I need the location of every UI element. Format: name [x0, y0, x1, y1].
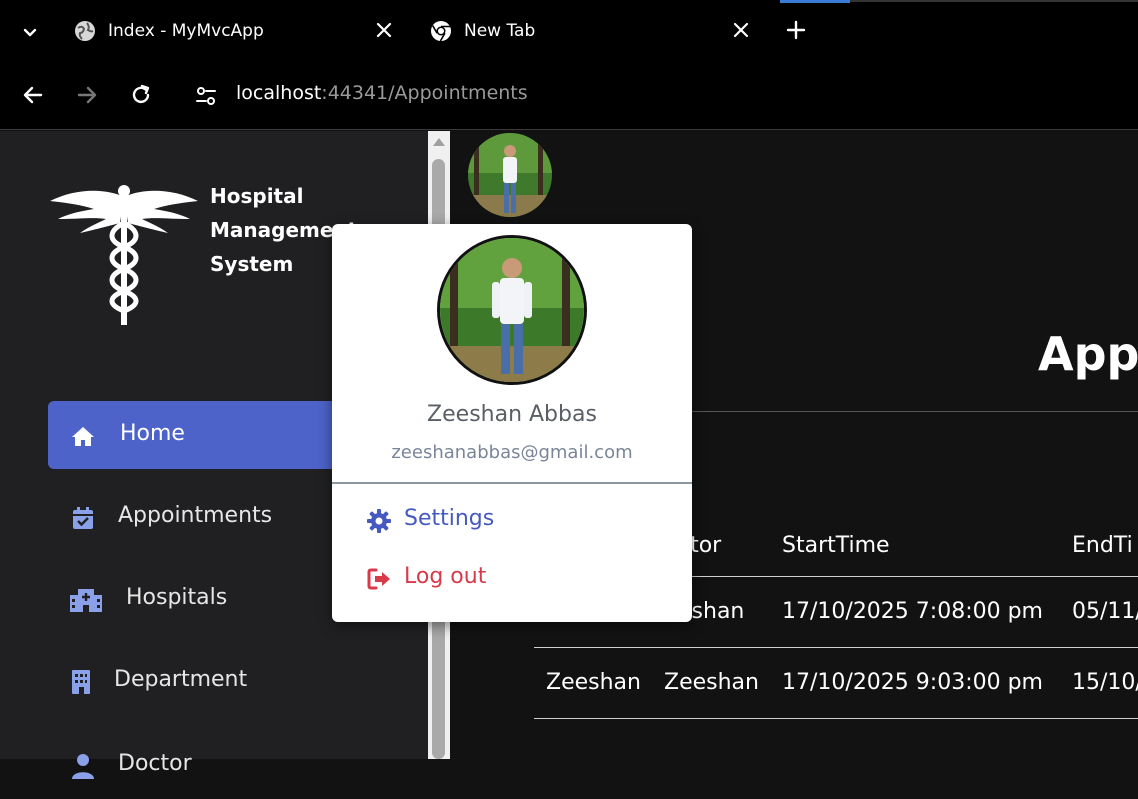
tab-strip-indicator [780, 0, 850, 3]
table-row-divider [534, 718, 1138, 719]
table-header-starttime: StartTime [782, 533, 890, 558]
profile-dropdown-menu: Zeeshan Abbas zeeshanabbas@gmail.com Set… [332, 224, 692, 622]
dropdown-divider [332, 482, 692, 484]
sidebar-item-label: Appointments [118, 503, 273, 528]
gear-icon [367, 509, 391, 533]
globe-icon [75, 21, 95, 41]
chevron-down-icon[interactable] [18, 20, 42, 44]
browser-tab-bar: Index - MyMvcApp New Tab [0, 0, 1138, 62]
sign-out-icon [367, 568, 390, 590]
table-cell: 17/10/2025 7:08:00 pm [782, 599, 1043, 624]
sidebar-item-label: Doctor [118, 751, 192, 776]
building-icon [72, 670, 90, 694]
table-cell: Zeeshan [664, 670, 759, 695]
scroll-up-arrow[interactable] [433, 138, 445, 146]
table-row-divider [534, 647, 1138, 648]
forward-icon[interactable] [74, 82, 100, 108]
back-icon[interactable] [20, 82, 46, 108]
table-cell: 05/11/ [1072, 599, 1138, 624]
reload-icon[interactable] [128, 82, 154, 108]
sidebar-item-label: Hospitals [126, 585, 228, 610]
browser-address-bar: localhost:44341/Appointments [0, 62, 1138, 130]
avatar-photo [440, 238, 584, 382]
user-icon [72, 754, 94, 779]
settings-label: Settings [404, 506, 495, 531]
calendar-check-icon [73, 507, 93, 529]
table-cell: 15/10/ [1072, 670, 1138, 695]
table-cell: 17/10/2025 9:03:00 pm [782, 670, 1043, 695]
profile-name: Zeeshan Abbas [427, 402, 597, 427]
browser-tab-new[interactable]: New Tab [430, 10, 750, 54]
browser-tab-index[interactable]: Index - MyMvcApp [74, 10, 394, 54]
tab-title: Index - MyMvcApp [108, 21, 264, 41]
profile-avatar-large [437, 235, 587, 385]
profile-avatar-button[interactable] [468, 133, 552, 217]
logout-label: Log out [404, 564, 487, 589]
avatar-photo [468, 133, 552, 217]
profile-email: zeeshanabbas@gmail.com [391, 442, 633, 463]
new-tab-icon[interactable] [784, 18, 808, 42]
tab-strip-line [850, 0, 1138, 2]
url-path: :44341/Appointments [321, 82, 528, 104]
caduceus-logo [50, 185, 198, 325]
tab-title: New Tab [464, 21, 536, 41]
sidebar-item-label: Home [120, 421, 185, 446]
home-icon [72, 427, 94, 446]
chrome-icon [431, 21, 451, 42]
site-settings-icon[interactable] [192, 82, 220, 110]
hospital-icon [70, 589, 102, 612]
url-host: localhost [236, 82, 322, 104]
url-field[interactable]: localhost:44341/Appointments [236, 82, 528, 104]
sidebar-item-doctor[interactable]: Doctor [48, 731, 408, 799]
close-icon[interactable] [374, 20, 394, 40]
brand-line: Hospital [210, 184, 304, 208]
table-header-endtime: EndTi [1072, 533, 1133, 558]
close-icon[interactable] [731, 20, 751, 40]
sidebar-item-label: Department [114, 667, 248, 692]
table-cell: Zeeshan [546, 670, 641, 695]
sidebar-item-department[interactable]: Department [48, 647, 408, 715]
page-title: Appo [1038, 327, 1138, 381]
